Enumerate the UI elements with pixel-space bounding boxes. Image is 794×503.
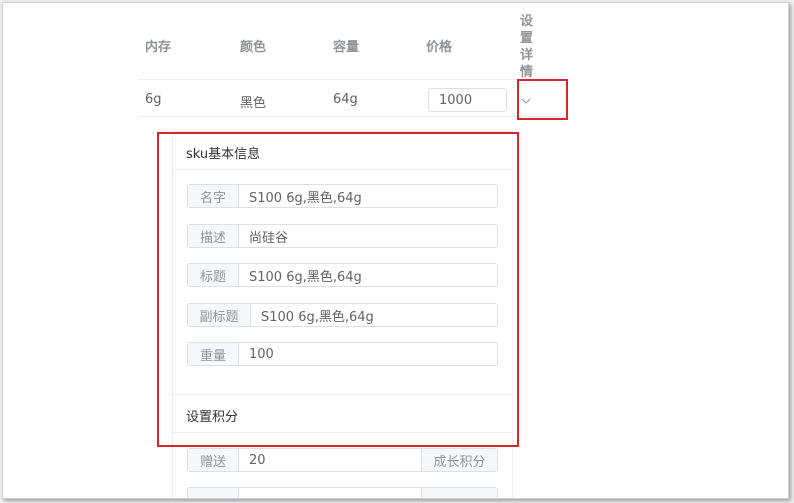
cell-capacity: 64g <box>333 92 358 107</box>
gift-points-input[interactable] <box>239 449 421 471</box>
field-next-row-append <box>421 488 497 498</box>
row-divider <box>138 116 568 117</box>
next-row-input[interactable] <box>239 488 421 498</box>
field-next-row <box>187 487 498 498</box>
field-next-row-label <box>188 488 239 498</box>
header-color: 颜色 <box>240 40 267 55</box>
header-price: 价格 <box>426 40 453 55</box>
header-divider <box>138 79 568 80</box>
header-details: 设置详情 <box>520 14 534 80</box>
header-capacity: 容量 <box>333 40 360 55</box>
cell-color: 黑色 <box>240 96 267 111</box>
expand-highlight-box <box>517 79 568 120</box>
sku-highlight-box <box>157 132 519 447</box>
header-memory: 内存 <box>145 40 172 55</box>
price-input[interactable] <box>428 88 507 112</box>
cell-memory: 6g <box>145 92 162 107</box>
growth-points-label: 成长积分 <box>421 449 497 471</box>
field-gift-points: 赠送 成长积分 <box>187 448 498 472</box>
window-frame: 内存 颜色 容量 价格 设置详情 6g 黑色 64g sku基本信息 名字 描述… <box>2 2 789 499</box>
field-gift-label: 赠送 <box>188 449 239 471</box>
